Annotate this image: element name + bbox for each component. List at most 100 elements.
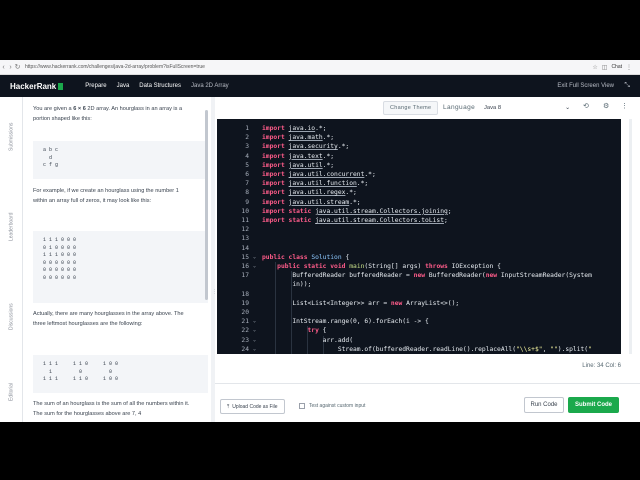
nav-data-structures[interactable]: Data Structures xyxy=(139,83,181,89)
line-number: 10 xyxy=(241,207,249,215)
code-text: import java.util.concurrent.*; xyxy=(262,171,376,178)
tab-submissions[interactable]: Submissions xyxy=(0,112,23,162)
code-line[interactable]: 21 ⌄ IntStream.range(0, 6).forEach(i -> { xyxy=(217,317,621,326)
line-number: 9 xyxy=(245,198,249,206)
reload-icon[interactable]: ↻ xyxy=(14,63,21,71)
code-line[interactable]: 15 ⌄ public class Solution { xyxy=(217,253,621,262)
code-text: List<List<Integer>> arr = new ArrayList<… xyxy=(262,299,460,307)
code-text: import static java.util.stream.Collector… xyxy=(262,217,448,224)
fold-chevron-icon[interactable]: ⌄ xyxy=(253,336,256,345)
star-icon[interactable]: ☆ xyxy=(592,64,597,71)
hourglass-shape-block: a b c d c f g xyxy=(33,141,208,179)
line-number: 19 xyxy=(241,299,249,307)
history-icon[interactable]: ⟲ xyxy=(583,102,589,110)
code-line[interactable]: 11 import static java.util.stream.Collect… xyxy=(217,216,621,225)
more-options-icon[interactable]: ⋮ xyxy=(621,102,628,110)
nav-prepare[interactable]: Prepare xyxy=(85,83,106,89)
code-line[interactable]: 3 import java.security.*; xyxy=(217,142,621,151)
fold-chevron-icon[interactable]: ⌄ xyxy=(253,326,256,335)
language-select[interactable]: Java 8 ⌄ xyxy=(481,102,573,114)
code-text: import java.util.regex.*; xyxy=(262,189,357,197)
code-line[interactable]: 23 ⌄ arr.add( xyxy=(217,336,621,345)
code-line[interactable]: 16 ⌄ public static void main(String[] arg… xyxy=(217,262,621,271)
fold-chevron-icon[interactable]: ⌄ xyxy=(253,262,256,271)
code-line[interactable]: 5 import java.util.*; xyxy=(217,161,621,170)
code-text: Stream.of(bufferedReader.readLine().repl… xyxy=(262,345,592,353)
code-line[interactable]: 4 import java.text.*; xyxy=(217,152,621,161)
code-line[interactable]: 22 ⌄ try { xyxy=(217,326,621,335)
problem-scrollbar[interactable] xyxy=(205,110,208,300)
code-line[interactable]: 1 import java.io.*; xyxy=(217,124,621,133)
line-number: 24 xyxy=(241,345,249,353)
hackerrank-logo[interactable]: HackerRank xyxy=(10,82,64,91)
run-code-button[interactable]: Run Code xyxy=(524,397,564,413)
leftmost-paragraph: Actually, there are many hourglasses in … xyxy=(33,311,184,327)
code-line[interactable]: 2 import java.math.*; xyxy=(217,133,621,142)
forward-icon[interactable]: › xyxy=(7,64,14,71)
code-text: public class Solution { xyxy=(262,253,350,261)
line-number: 16 xyxy=(241,263,249,270)
code-text: arr.add( xyxy=(262,336,353,344)
url-text[interactable]: https://www.hackerrank.com/challenges/ja… xyxy=(25,64,592,70)
code-line[interactable]: 8 import java.util.regex.*; xyxy=(217,188,621,197)
line-number: 20 xyxy=(241,309,249,316)
line-number: 12 xyxy=(241,226,249,234)
collapse-icon[interactable]: ⤡ xyxy=(624,82,630,90)
line-number: 21 xyxy=(241,318,249,326)
custom-input-label: Test against custom input xyxy=(309,403,366,409)
problem-statement: You are given a 6 × 6 2D array. An hourg… xyxy=(23,97,208,422)
code-line[interactable]: 19 List<List<Integer>> arr = new ArrayLi… xyxy=(217,299,621,308)
code-text: IntStream.range(0, 6).forEach(i -> { xyxy=(262,318,429,326)
code-text: import java.math.*; xyxy=(262,134,335,142)
tab-editorial[interactable]: Editorial xyxy=(0,367,23,417)
line-number: 18 xyxy=(241,290,249,298)
code-text: import java.text.*; xyxy=(262,152,335,160)
tab-leaderboard[interactable]: Leaderboard xyxy=(0,197,23,257)
line-number: 3 xyxy=(245,143,249,151)
custom-input-checkbox[interactable] xyxy=(299,403,305,409)
code-line[interactable]: in)); xyxy=(217,280,621,289)
custom-input-toggle[interactable]: Test against custom input xyxy=(299,403,365,409)
breadcrumb: Prepare Java Data Structures Java 2D Arr… xyxy=(85,83,228,89)
line-number: 7 xyxy=(245,180,249,188)
code-line[interactable]: 18 xyxy=(217,290,621,299)
line-number: 15 xyxy=(241,253,249,261)
editor-action-bar: ⤒ Upload Code as File Test against custo… xyxy=(215,383,640,422)
fold-chevron-icon[interactable]: ⌄ xyxy=(253,345,256,354)
line-number: 2 xyxy=(245,134,249,142)
code-text: BufferedReader bufferedReader = new Buff… xyxy=(262,272,592,280)
col-indicator: Col: 6 xyxy=(605,363,621,369)
tab-discussions[interactable]: Discussions xyxy=(0,287,23,347)
code-line[interactable]: 13 xyxy=(217,234,621,243)
change-theme-button[interactable]: Change Theme xyxy=(383,101,439,115)
back-icon[interactable]: ‹ xyxy=(0,64,7,71)
fold-chevron-icon[interactable]: ⌄ xyxy=(253,253,256,262)
exit-fullscreen-link[interactable]: Exit Full Screen View xyxy=(557,83,614,89)
code-line[interactable]: 7 import java.util.function.*; xyxy=(217,179,621,188)
code-text: public static void main(String[] args) t… xyxy=(277,263,501,270)
nav-java[interactable]: Java xyxy=(117,83,130,89)
line-number: 14 xyxy=(241,244,249,252)
code-line[interactable]: 10 import static java.util.stream.Collect… xyxy=(217,207,621,216)
code-line[interactable]: 14 xyxy=(217,244,621,253)
code-text: import java.util.function.*; xyxy=(262,180,369,188)
code-line[interactable]: 12 xyxy=(217,225,621,234)
upload-icon: ⤒ xyxy=(227,403,230,410)
chevron-down-icon: ⌄ xyxy=(565,105,570,111)
extension-icon[interactable]: ◫ xyxy=(602,64,608,71)
fold-chevron-icon[interactable]: ⌄ xyxy=(253,317,256,326)
code-editor[interactable]: 1 import java.io.*; 2 import java.math.*; 3 i… xyxy=(217,119,621,354)
code-line[interactable]: 24 ⌄ Stream.of(bufferedReader.readLine().… xyxy=(217,345,621,354)
code-line[interactable]: 20 xyxy=(217,308,621,317)
editor-scrollbar[interactable] xyxy=(629,119,632,354)
menu-dots-icon[interactable]: ⋮ xyxy=(626,64,632,71)
upload-code-button[interactable]: ⤒ Upload Code as File xyxy=(220,399,285,414)
sum-paragraph: The sum of an hourglass is the sum of al… xyxy=(33,401,190,417)
submit-code-button[interactable]: Submit Code xyxy=(568,397,619,413)
settings-icon[interactable]: ⚙ xyxy=(603,102,609,110)
code-line[interactable]: 6 import java.util.concurrent.*; xyxy=(217,170,621,179)
profile-chat-button[interactable]: Chat xyxy=(611,64,622,70)
code-line[interactable]: 17 BufferedReader bufferedReader = new B… xyxy=(217,271,621,280)
code-line[interactable]: 9 import java.util.stream.*; xyxy=(217,198,621,207)
upload-label: Upload Code as File xyxy=(232,403,278,410)
